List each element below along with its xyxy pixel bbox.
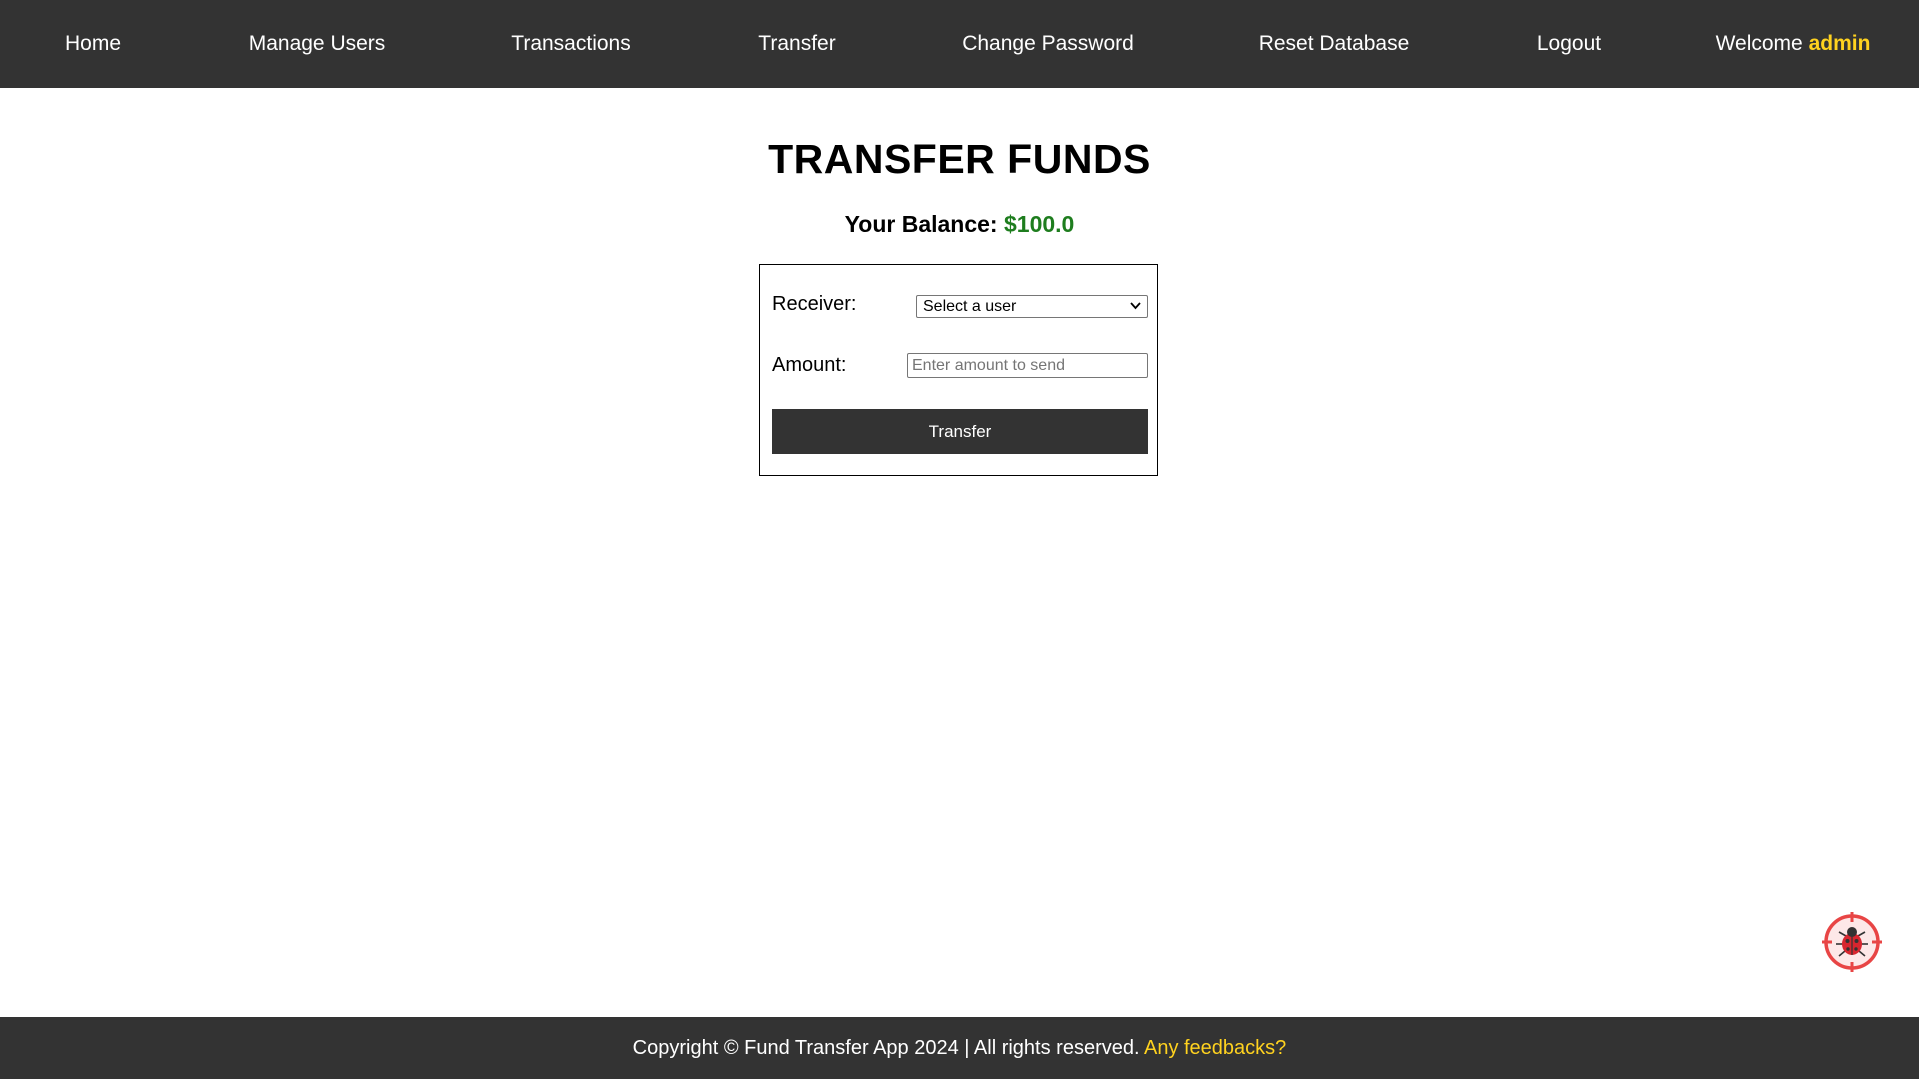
nav-reset-database-link[interactable]: Reset Database <box>1259 0 1410 88</box>
ladybug-target-icon <box>1822 912 1882 972</box>
welcome-username: admin <box>1808 32 1871 55</box>
nav-transfer-link[interactable]: Transfer <box>758 0 835 88</box>
balance-value: $100.0 <box>1003 211 1075 237</box>
receiver-selected-value: Select a user <box>923 298 1017 315</box>
top-navbar: Home Manage Users Transactions Transfer … <box>0 0 1919 88</box>
chevron-down-icon <box>1130 302 1141 310</box>
amount-input[interactable] <box>907 353 1148 378</box>
welcome-message: Welcome admin <box>1716 0 1871 88</box>
bug-report-widget[interactable] <box>1822 912 1882 972</box>
nav-manage-users-link[interactable]: Manage Users <box>249 0 386 88</box>
page-title: TRANSFER FUNDS <box>768 136 1151 182</box>
amount-label: Amount: <box>772 354 847 376</box>
copyright-text: Copyright © Fund Transfer App 2024 | All… <box>632 1037 1140 1059</box>
feedback-link[interactable]: Any feedbacks? <box>1144 1037 1286 1059</box>
balance-label: Your Balance: <box>844 211 998 237</box>
transfer-button[interactable]: Transfer <box>772 409 1148 454</box>
nav-logout-link[interactable]: Logout <box>1537 0 1601 88</box>
page-footer: Copyright © Fund Transfer App 2024 | All… <box>0 1017 1919 1079</box>
transfer-form: Receiver: Select a user Amount: Transfer <box>759 264 1158 476</box>
receiver-select[interactable]: Select a user <box>916 295 1148 318</box>
balance-display: Your Balance: $100.0 <box>0 211 1919 238</box>
welcome-prefix: Welcome <box>1715 32 1803 55</box>
receiver-label: Receiver: <box>772 293 857 315</box>
nav-transactions-link[interactable]: Transactions <box>511 0 630 88</box>
nav-home-link[interactable]: Home <box>65 0 121 88</box>
nav-change-password-link[interactable]: Change Password <box>962 0 1134 88</box>
